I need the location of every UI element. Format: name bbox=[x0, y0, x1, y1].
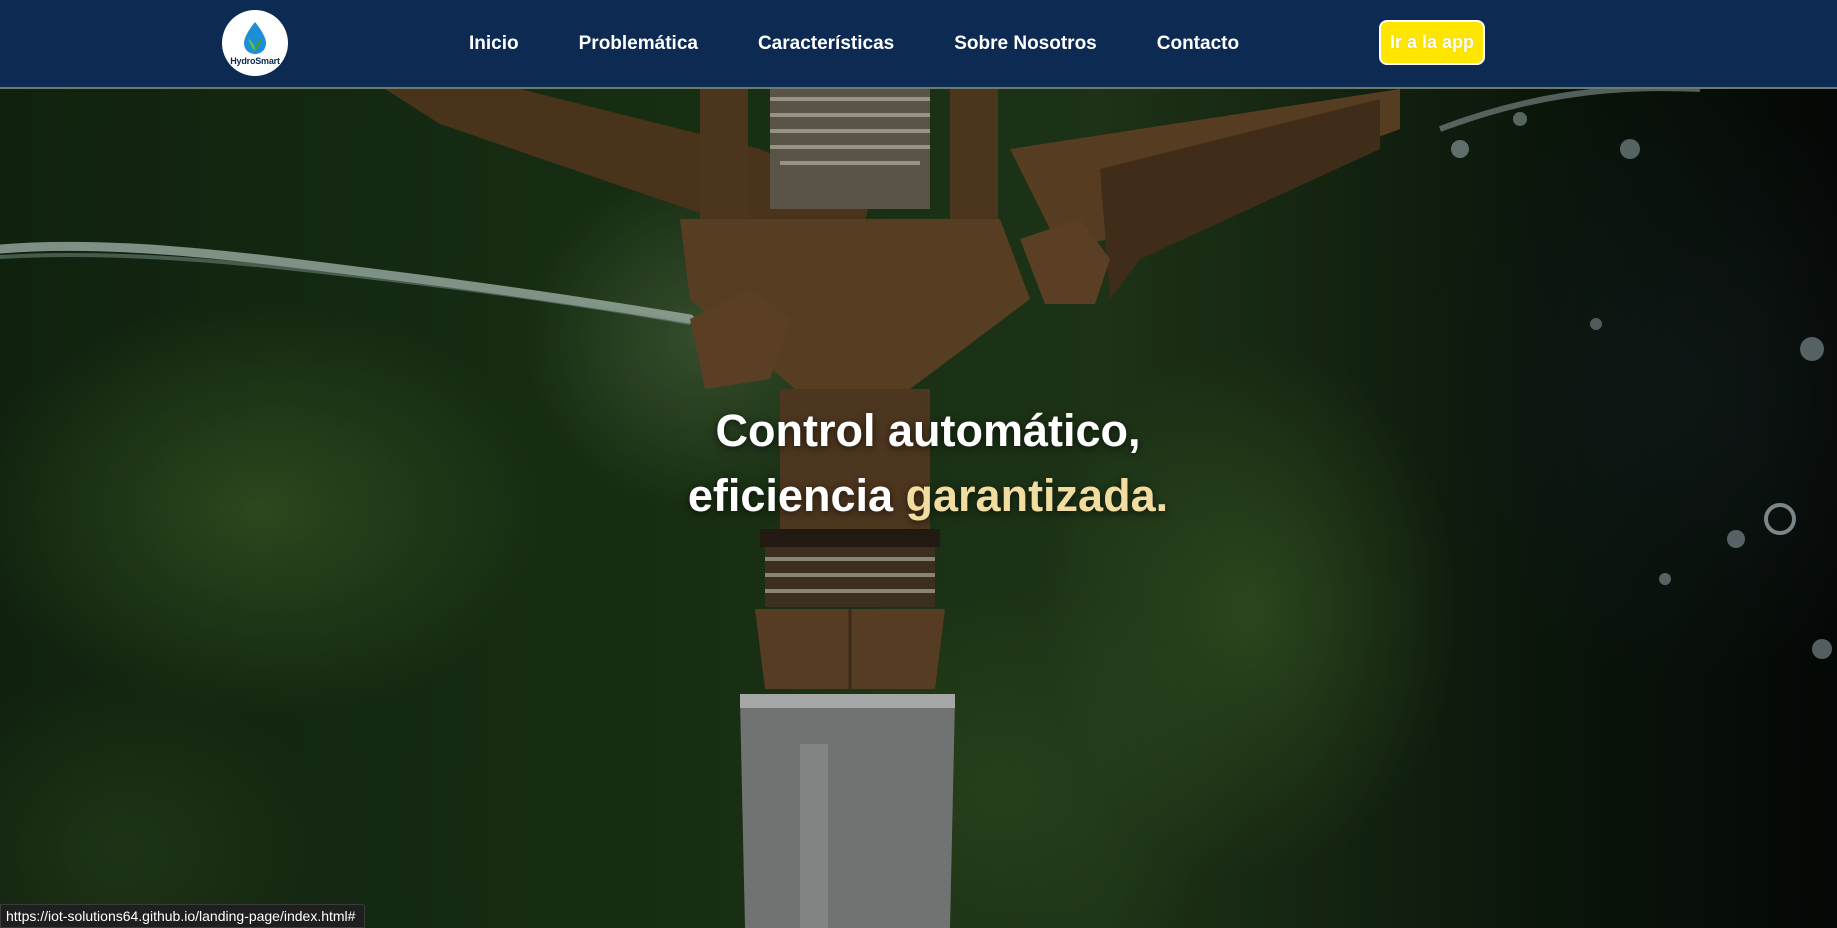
hero-section: Control automático, eficiencia garantiza… bbox=[0, 89, 1837, 928]
navbar: HydroSmart Inicio Problemática Caracterí… bbox=[0, 0, 1837, 89]
headline-line-1: Control automático, bbox=[715, 405, 1141, 456]
nav-sobre-nosotros[interactable]: Sobre Nosotros bbox=[954, 33, 1097, 55]
nav-problematica[interactable]: Problemática bbox=[579, 33, 698, 55]
nav-caracteristicas[interactable]: Características bbox=[758, 33, 894, 55]
main-nav: Inicio Problemática Características Sobr… bbox=[469, 0, 1299, 87]
logo-text: HydroSmart bbox=[230, 55, 280, 66]
hero-headline: Control automático, eficiencia garantiza… bbox=[0, 398, 1837, 528]
browser-status-url: https://iot-solutions64.github.io/landin… bbox=[0, 904, 366, 928]
headline-line-2-accent: garantizada. bbox=[905, 470, 1169, 521]
water-drop-leaf-icon bbox=[244, 21, 266, 54]
headline-line-2-plain: eficiencia bbox=[687, 470, 894, 521]
logo[interactable]: HydroSmart bbox=[222, 10, 288, 76]
nav-inicio[interactable]: Inicio bbox=[469, 33, 519, 55]
nav-contacto[interactable]: Contacto bbox=[1157, 33, 1239, 55]
go-to-app-button[interactable]: Ir a la app bbox=[1379, 20, 1485, 65]
